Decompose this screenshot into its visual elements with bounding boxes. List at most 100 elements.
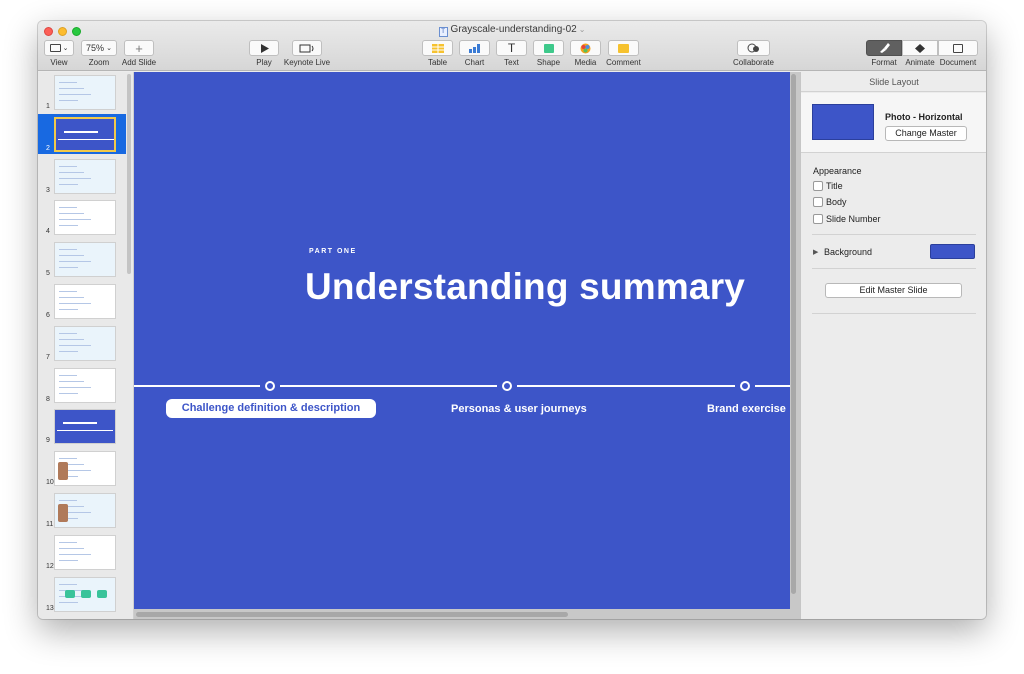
collaborate-label: Collaborate <box>733 58 774 67</box>
slide-number-checkbox-label: Slide Number <box>826 214 881 224</box>
zoom-select[interactable]: 75% ⌄ <box>81 40 117 56</box>
add-slide-button[interactable]: + <box>124 40 154 56</box>
timeline-step-2[interactable]: Personas & user journeys <box>451 403 587 415</box>
edit-master-slide-button[interactable]: Edit Master Slide <box>825 283 962 298</box>
animate-tab[interactable] <box>902 40 938 56</box>
slide-thumbnail[interactable] <box>54 451 116 487</box>
thumbnail-decoration <box>59 350 78 352</box>
slide-thumbnail-row[interactable]: 1 <box>38 72 126 112</box>
timeline-line <box>134 385 790 387</box>
timeline-dot-3 <box>740 381 750 391</box>
slide-thumbnail-row[interactable]: 12 <box>38 532 126 572</box>
chart-label: Chart <box>464 58 485 67</box>
thumbnail-decoration <box>59 583 77 585</box>
slide-eyebrow[interactable]: PART ONE <box>309 248 357 255</box>
text-label: Text <box>504 58 519 67</box>
format-tab[interactable] <box>866 40 902 56</box>
body-checkbox[interactable] <box>813 197 823 207</box>
paintbrush-icon <box>879 43 890 53</box>
plus-icon: + <box>135 40 143 56</box>
slide-thumbnail[interactable] <box>54 576 116 612</box>
collaborate-button[interactable] <box>737 40 770 56</box>
slide-number: 7 <box>46 353 50 361</box>
slide-thumbnail[interactable] <box>54 242 116 278</box>
timeline-step-3[interactable]: Brand exercise <box>707 403 786 415</box>
chevron-down-icon: ⌄ <box>62 45 69 52</box>
thumbnail-decoration <box>59 88 84 89</box>
add-slide-label: Add Slide <box>121 58 157 67</box>
thumbnail-decoration <box>59 183 78 185</box>
slide-thumbnail[interactable] <box>54 116 116 152</box>
thumbnail-decoration <box>59 297 84 298</box>
canvas-vertical-scrollbar[interactable] <box>791 74 796 594</box>
text-button[interactable]: T <box>496 40 527 56</box>
slide-thumbnail[interactable] <box>54 325 116 361</box>
slide-number: 10 <box>46 479 54 487</box>
thumbnail-decoration <box>59 94 91 95</box>
title-checkbox[interactable] <box>813 181 823 191</box>
navigator-scrollbar[interactable] <box>127 74 131 274</box>
slide-thumbnail[interactable] <box>54 200 116 236</box>
slide-thumbnail-row[interactable]: 2 <box>38 113 126 154</box>
keynote-live-button[interactable] <box>292 40 322 56</box>
table-icon <box>431 43 444 53</box>
slide-thumbnail-row[interactable]: 7 <box>38 323 126 363</box>
slide-thumbnail-row[interactable]: 3 <box>38 156 126 196</box>
comment-icon <box>618 43 629 53</box>
thumbnail-decoration <box>59 249 77 251</box>
change-master-button[interactable]: Change Master <box>885 126 967 141</box>
slide-thumbnail[interactable] <box>54 367 116 403</box>
slide-number-checkbox[interactable] <box>813 214 823 224</box>
table-button[interactable] <box>422 40 453 56</box>
thumbnail-decoration <box>59 100 78 101</box>
slide-thumbnail[interactable] <box>54 409 116 445</box>
background-color-well[interactable] <box>930 244 975 259</box>
slide-title[interactable]: Understanding summary <box>305 266 745 308</box>
slide-thumbnail-row[interactable]: 13 <box>38 574 126 614</box>
thumbnail-decoration <box>59 82 77 83</box>
titlebar: T Grayscale-understanding-02 ⌄ ⌄ View 75% ⌄… <box>38 21 986 71</box>
shape-icon <box>543 43 554 53</box>
slide-thumbnail-row[interactable]: 8 <box>38 365 126 405</box>
view-button[interactable]: ⌄ <box>44 40 74 56</box>
timeline-step-active[interactable]: Challenge definition & description <box>166 399 376 418</box>
media-label: Media <box>574 58 597 67</box>
slide-thumbnail-row[interactable]: 9 <box>38 406 126 446</box>
chevron-down-icon: ⌄ <box>578 25 586 34</box>
slide-thumbnail-row[interactable]: 5 <box>38 239 126 279</box>
thumbnail-photo <box>58 504 68 522</box>
disclosure-triangle-icon[interactable]: ▶ <box>813 248 818 256</box>
slide-thumbnail[interactable] <box>54 158 116 194</box>
slide-thumbnail-row[interactable]: 11 <box>38 490 126 530</box>
slide-thumbnail[interactable] <box>54 284 116 319</box>
canvas-horizontal-scrollbar[interactable] <box>136 612 568 617</box>
chart-button[interactable] <box>459 40 490 56</box>
keynote-live-icon <box>299 44 314 52</box>
shape-button[interactable] <box>533 40 564 56</box>
document-tab[interactable] <box>938 40 978 56</box>
slide-thumbnail[interactable] <box>54 493 116 528</box>
slide-thumbnail[interactable] <box>54 534 116 570</box>
slide-canvas-area[interactable]: PART ONE Understanding summary Challenge… <box>134 72 800 619</box>
play-button[interactable] <box>249 40 279 56</box>
media-button[interactable] <box>570 40 601 56</box>
slide-thumbnail[interactable] <box>54 75 116 110</box>
master-thumbnail[interactable] <box>812 104 874 140</box>
slide-number: 4 <box>46 228 50 236</box>
divider <box>812 234 976 235</box>
divider <box>812 268 976 269</box>
document-title[interactable]: T Grayscale-understanding-02 ⌄ <box>38 24 986 37</box>
format-label: Format <box>871 58 897 67</box>
slide-canvas[interactable]: PART ONE Understanding summary Challenge… <box>134 72 790 609</box>
slide-navigator[interactable]: 1 2 3 4 5 6 7 8 9 10 11 12 13 <box>38 72 134 619</box>
slide-thumbnail-row[interactable]: 10 <box>38 448 126 488</box>
comment-button[interactable] <box>608 40 639 56</box>
slide-thumbnail-row[interactable]: 6 <box>38 281 126 321</box>
collaborate-icon <box>747 43 759 53</box>
table-label: Table <box>427 58 448 67</box>
thumbnail-decoration <box>59 386 91 388</box>
appearance-title: Appearance <box>813 166 862 176</box>
chart-icon <box>468 43 480 53</box>
thumbnail-decoration <box>97 589 107 598</box>
slide-thumbnail-row[interactable]: 4 <box>38 197 126 237</box>
